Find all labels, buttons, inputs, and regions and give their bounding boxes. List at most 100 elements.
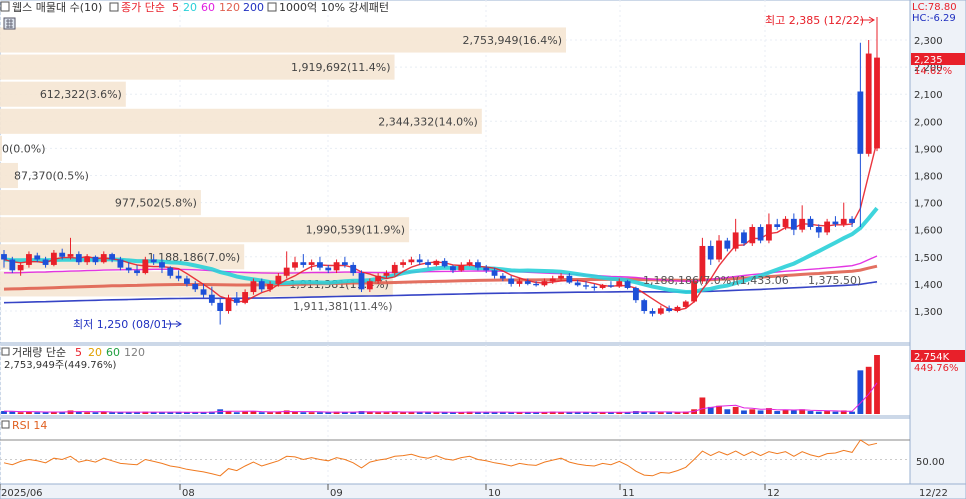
- checkbox-icon[interactable]: [0, 1, 10, 12]
- pattern-label: 1000억 10% 강세패턴: [279, 1, 389, 14]
- price-tick-label: 1,500: [914, 253, 943, 264]
- candle-body: [283, 267, 290, 276]
- candle-body: [790, 218, 797, 230]
- time-tick-label: 08: [182, 488, 195, 499]
- candle-body: [657, 308, 664, 314]
- time-axis-end-label: 12/22: [919, 488, 948, 499]
- volume-bar: [283, 410, 290, 414]
- rsi-title: RSI 14: [12, 419, 47, 432]
- candle-body: [574, 282, 581, 286]
- volume-bar: [657, 412, 664, 414]
- candle-body: [874, 57, 880, 149]
- profile-label-bottom: 1,911,381(11.4%): [293, 300, 393, 313]
- profile-label-right: 1,375.50): [808, 274, 861, 287]
- candle-body: [325, 267, 332, 271]
- candle-body: [849, 218, 855, 223]
- candle-body: [159, 262, 165, 268]
- volume-last-value: 2,754K: [914, 352, 950, 363]
- time-tick-label: 11: [622, 488, 635, 499]
- checkbox-icon[interactable]: [1, 420, 10, 429]
- candle-body: [383, 273, 390, 276]
- volume-bar: [741, 410, 747, 414]
- profile-label-mid: 1,188,186(7.0%)(1,433.06: [643, 274, 789, 287]
- current-change: 14.62%: [914, 66, 952, 77]
- candle-body: [674, 306, 681, 311]
- candle-body: [807, 218, 814, 227]
- rsi-panel: [0, 417, 911, 485]
- ma-period-120: 120: [219, 1, 240, 14]
- candle-body: [591, 286, 598, 288]
- price-tick-label: 1,800: [914, 172, 943, 183]
- candle-body: [857, 91, 864, 154]
- volume-bar: [308, 412, 315, 414]
- candle-body: [42, 259, 49, 265]
- candle-body: [865, 53, 872, 154]
- time-tick-label: 10: [488, 488, 501, 499]
- volume-bar: [824, 411, 831, 414]
- volume-last-pct: 449.76%: [914, 363, 959, 374]
- candle-body: [175, 275, 182, 279]
- candle-body: [242, 292, 249, 303]
- candle-body: [441, 260, 448, 267]
- volume-bar: [749, 409, 756, 414]
- checkbox-icon[interactable]: [109, 2, 119, 12]
- volume-bar: [92, 412, 99, 414]
- volume-bar: [815, 411, 822, 414]
- candle-body: [26, 254, 32, 265]
- volume-bar: [34, 412, 41, 414]
- checkbox-icon[interactable]: [267, 2, 277, 12]
- volume-profile-label: 2,344,332(14.0%): [378, 115, 478, 128]
- candle-body: [558, 275, 564, 279]
- candle-body: [300, 262, 307, 265]
- candle-body: [682, 301, 689, 307]
- candle-body: [840, 218, 847, 225]
- checkbox-icon[interactable]: [1, 347, 10, 356]
- candle-body: [184, 278, 190, 284]
- candle-body: [358, 273, 365, 290]
- candle-body: [815, 226, 822, 233]
- candle-body: [408, 259, 415, 263]
- ma-period-200: 200: [243, 1, 264, 14]
- volume-bar: [383, 412, 390, 414]
- candle-body: [217, 302, 224, 311]
- candle-body: [333, 262, 340, 271]
- candle-body: [34, 255, 41, 260]
- candle-body: [641, 300, 648, 311]
- candle-body: [366, 281, 373, 290]
- candle-body: [75, 254, 82, 263]
- candle-body: [350, 264, 357, 274]
- candle-body: [616, 281, 623, 287]
- high-annotation: 최고 2,385 (12/22): [765, 14, 864, 27]
- candle-body: [1, 254, 7, 260]
- price-tick-label: 2,100: [914, 90, 943, 101]
- price-tick-label: 1,300: [914, 307, 943, 318]
- candle-body: [17, 264, 24, 271]
- candle-body: [599, 285, 606, 288]
- volume-bar: [375, 412, 382, 414]
- volume-bar: [233, 412, 240, 414]
- volume-profile-label: 977,502(5.8%): [115, 197, 197, 210]
- volume-bar: [865, 366, 872, 414]
- candle-body: [524, 281, 531, 284]
- volume-bar: [790, 410, 797, 414]
- candle-body: [250, 281, 257, 293]
- current-price: 2,235: [914, 55, 943, 66]
- candle-body: [225, 297, 232, 311]
- candle-body: [100, 254, 107, 263]
- volume-period-20: 20: [88, 346, 102, 359]
- candle-body: [632, 287, 639, 301]
- candle-body: [666, 308, 673, 311]
- volume-bar: [242, 411, 249, 414]
- stock-chart[interactable]: 0(0.0%) 2,344,332(14.0%) 612,322(3.6%) 1,91…: [0, 0, 966, 499]
- candle-body: [416, 259, 423, 263]
- candle-body: [583, 285, 589, 287]
- candle-body: [649, 311, 656, 314]
- volume-bar: [849, 411, 855, 414]
- volume-bar: [757, 410, 764, 414]
- candle-body: [275, 275, 282, 284]
- candle-body: [267, 283, 273, 290]
- volume-bar: [874, 355, 880, 414]
- candle-body: [782, 218, 789, 227]
- candle-body: [466, 262, 473, 265]
- volume-profile-label: 87,370(0.5%): [14, 170, 89, 183]
